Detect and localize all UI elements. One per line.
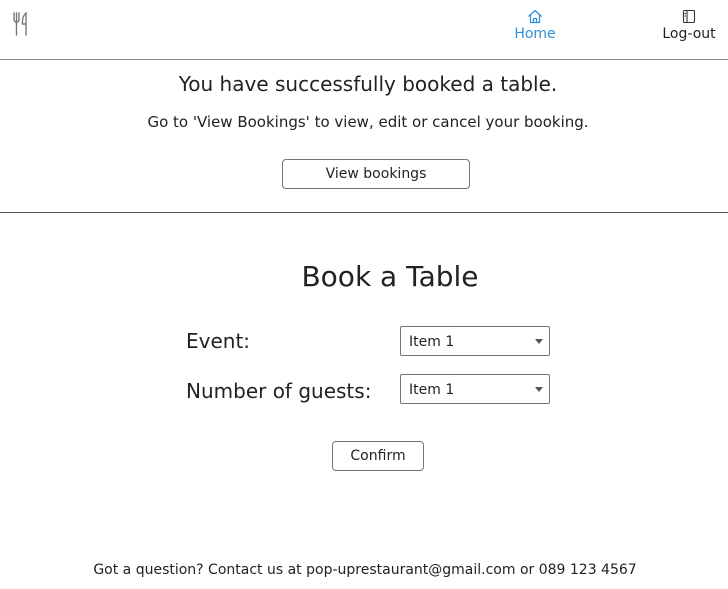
- event-select[interactable]: Item 1: [400, 326, 550, 356]
- confirm-button[interactable]: Confirm: [332, 441, 424, 471]
- logout-icon: [682, 9, 696, 24]
- home-icon: [527, 9, 543, 24]
- guests-select[interactable]: Item 1: [400, 374, 550, 404]
- nav-logout-label: Log-out: [662, 26, 716, 42]
- guests-label: Number of guests:: [186, 379, 372, 403]
- event-label: Event:: [186, 329, 251, 353]
- event-select-value: Item 1: [409, 334, 455, 350]
- guests-select-value: Item 1: [409, 382, 455, 398]
- chevron-down-icon: [535, 339, 543, 344]
- nav-home-label: Home: [514, 26, 556, 42]
- page-title: Book a Table: [301, 260, 479, 293]
- success-instructions: Go to 'View Bookings' to view, edit or c…: [147, 113, 589, 131]
- nav-logout[interactable]: Log-out: [658, 9, 720, 43]
- footer-contact: Got a question? Contact us at pop-uprest…: [93, 562, 637, 578]
- fork-knife-icon[interactable]: [12, 11, 30, 36]
- top-nav-bar: Home Log-out: [0, 0, 728, 60]
- nav-home[interactable]: Home: [512, 9, 558, 43]
- success-message: You have successfully booked a table.: [178, 72, 558, 96]
- booking-success-banner: You have successfully booked a table. Go…: [0, 60, 728, 213]
- chevron-down-icon: [535, 387, 543, 392]
- page: Home Log-out You have successfully booke…: [0, 0, 728, 589]
- view-bookings-button[interactable]: View bookings: [282, 159, 470, 189]
